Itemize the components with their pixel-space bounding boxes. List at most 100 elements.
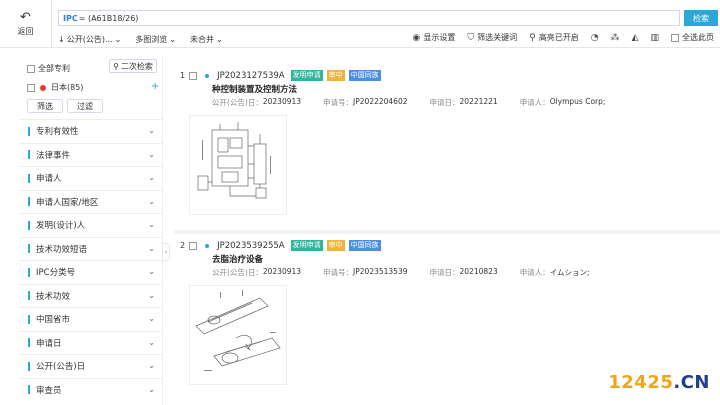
pin-icon: ⚲: [529, 32, 536, 43]
facet-label: 发明(设计)人: [36, 221, 86, 231]
collapse-sidebar-icon[interactable]: ‹: [162, 243, 170, 261]
exclude-button[interactable]: 过滤: [67, 99, 103, 113]
all-patents-option[interactable]: 全部专利: [27, 63, 70, 74]
facet-marker: [28, 220, 30, 230]
app-no-value: JP2023513539: [353, 267, 408, 276]
facet-label: 申请日: [36, 338, 62, 349]
facet-item[interactable]: 公开(公告)日 ⌄: [20, 354, 163, 377]
country-filter-item[interactable]: 日本(85): [27, 82, 83, 93]
facet-item[interactable]: 法律事件 ⌄: [20, 142, 163, 166]
facet-item[interactable]: 申请人 ⌄: [20, 166, 163, 189]
query-input[interactable]: IPC = (A61B18/26): [58, 10, 680, 26]
facet-label: 申请人: [36, 174, 62, 184]
facet-item[interactable]: 专利有效性 ⌄: [20, 119, 163, 142]
second-search-button[interactable]: ⚲ 二次检索: [109, 59, 157, 73]
result-checkbox[interactable]: [189, 241, 198, 250]
chevron-down-icon: ⌄: [114, 35, 122, 44]
chevron-down-icon[interactable]: ⌄: [148, 267, 155, 276]
app-date-value: 20210823: [459, 267, 498, 276]
facet-item[interactable]: 中国省市 ⌄: [20, 307, 163, 330]
top-bar: ↶ 返回 IPC = (A61B18/26) 检索 ↓ 公开(公告)... ⌄ 多图…: [0, 0, 720, 48]
chevron-down-icon[interactable]: ⌄: [148, 385, 155, 394]
highlight-button[interactable]: ⚲ 高亮已开启: [529, 32, 579, 43]
search-icon: ⚲: [113, 61, 119, 71]
chevron-down-icon[interactable]: ⌄: [148, 126, 155, 135]
patent-drawing[interactable]: [189, 285, 287, 385]
facet-item[interactable]: 技术功效 ⌄: [20, 283, 163, 307]
result-index: 2: [180, 241, 186, 250]
merge-dropdown[interactable]: 未合并 ⌄: [190, 34, 223, 45]
back-button[interactable]: ↶ 返回: [0, 0, 52, 48]
select-all-checkbox[interactable]: [671, 33, 679, 42]
facet-label: 法律事件: [36, 150, 71, 161]
facet-marker: [28, 361, 30, 371]
app-date-key: 申请日：: [429, 268, 460, 277]
facet-item[interactable]: 申请人国家/地区 ⌄: [20, 189, 163, 213]
country-checkbox[interactable]: [27, 83, 35, 92]
result-divider: [174, 230, 720, 234]
facet-label: 申请人国家/地区: [36, 197, 99, 208]
toolbar-right: ◉ 显示设置 ⛉ 筛选关键词 ⚲ 高亮已开启 ◔ ⁂ ◭ ▥ 全选此页: [412, 32, 714, 43]
facet-item[interactable]: IPC分类号 ⌄: [20, 260, 163, 283]
pie-chart-icon[interactable]: ◔: [591, 33, 599, 43]
applicant-value: イムション;: [549, 268, 590, 277]
filter-keywords-button[interactable]: ⛉ 筛选关键词: [467, 32, 517, 43]
facet-label: 公开(公告)日: [36, 362, 86, 372]
chevron-down-icon[interactable]: ⌄: [148, 291, 155, 300]
mountain-icon[interactable]: ◭: [632, 33, 639, 43]
site-watermark: 12425.CN: [608, 372, 710, 393]
display-settings-label: 显示设置: [423, 33, 456, 42]
app-no-key: 申请号：: [323, 268, 354, 277]
block-diagram-figure: [197, 122, 271, 199]
view-dropdown[interactable]: 多图浏览 ⌄: [135, 34, 176, 45]
book-icon[interactable]: ▥: [650, 33, 659, 43]
facet-marker: [28, 267, 30, 277]
display-settings-button[interactable]: ◉ 显示设置: [412, 32, 455, 43]
applicant-value: Olympus Corp;: [549, 97, 606, 106]
chevron-down-icon[interactable]: ⌄: [148, 361, 155, 370]
scatter-icon[interactable]: ⁂: [611, 33, 620, 43]
publication-number[interactable]: JP2023539255A: [217, 241, 285, 251]
facet-item[interactable]: 发明(设计)人 ⌄: [20, 213, 163, 236]
facet-label: 中国省市: [36, 315, 71, 325]
country-label: 日本(85): [51, 83, 84, 92]
facet-item[interactable]: 申请日 ⌄: [20, 330, 163, 354]
select-all-page[interactable]: 全选此页: [671, 32, 714, 43]
facet-label: 专利有效性: [36, 127, 79, 137]
result-title[interactable]: 去脂治疗设备: [212, 253, 263, 265]
facet-item[interactable]: 审查员 ⌄: [20, 377, 163, 401]
facet-marker: [28, 197, 30, 206]
all-patents-checkbox[interactable]: [27, 64, 35, 73]
result-card: 1 JP2023127539A 发明申请 审中 中国同族 种控制装置及控制方法 …: [174, 70, 720, 230]
facet-marker: [28, 244, 30, 253]
chevron-down-icon[interactable]: ⌄: [148, 197, 155, 206]
plus-icon[interactable]: +: [151, 81, 159, 92]
facet-item[interactable]: 技术功效短语 ⌄: [20, 236, 163, 260]
facet-label: 技术功效短语: [36, 244, 88, 255]
sort-dropdown[interactable]: ↓ 公开(公告)... ⌄: [58, 34, 121, 45]
app-date-key: 申请日：: [429, 98, 460, 107]
chevron-down-icon: ⌄: [169, 35, 176, 44]
status-badge: 审中: [326, 240, 345, 251]
chevron-down-icon[interactable]: ⌄: [148, 220, 155, 229]
chevron-down-icon[interactable]: ⌄: [148, 150, 155, 159]
result-title[interactable]: 种控制装置及控制方法: [212, 83, 297, 95]
publication-number[interactable]: JP2023127539A: [217, 71, 285, 81]
family-badge: 中国同族: [348, 70, 381, 81]
patent-drawing[interactable]: [189, 115, 287, 215]
watermark-part-b: .CN: [673, 372, 710, 393]
chevron-down-icon[interactable]: ⌄: [148, 338, 155, 347]
chevron-down-icon[interactable]: ⌄: [148, 314, 155, 323]
filter-button[interactable]: 筛选: [27, 99, 63, 113]
search-button[interactable]: 检索: [684, 10, 718, 26]
result-header: 2 JP2023539255A 发明申请 审中 中国同族: [180, 240, 381, 251]
merge-label: 未合并: [189, 35, 214, 44]
result-header: 1 JP2023127539A 发明申请 审中 中国同族: [180, 70, 381, 81]
facet-marker: [28, 173, 30, 183]
app-no-key: 申请号：: [323, 98, 354, 107]
sort-icon: ↓: [58, 35, 65, 44]
family-badge: 中国同族: [348, 240, 381, 251]
chevron-down-icon[interactable]: ⌄: [148, 173, 155, 182]
chevron-down-icon[interactable]: ⌄: [148, 244, 155, 253]
result-checkbox[interactable]: [189, 71, 198, 80]
